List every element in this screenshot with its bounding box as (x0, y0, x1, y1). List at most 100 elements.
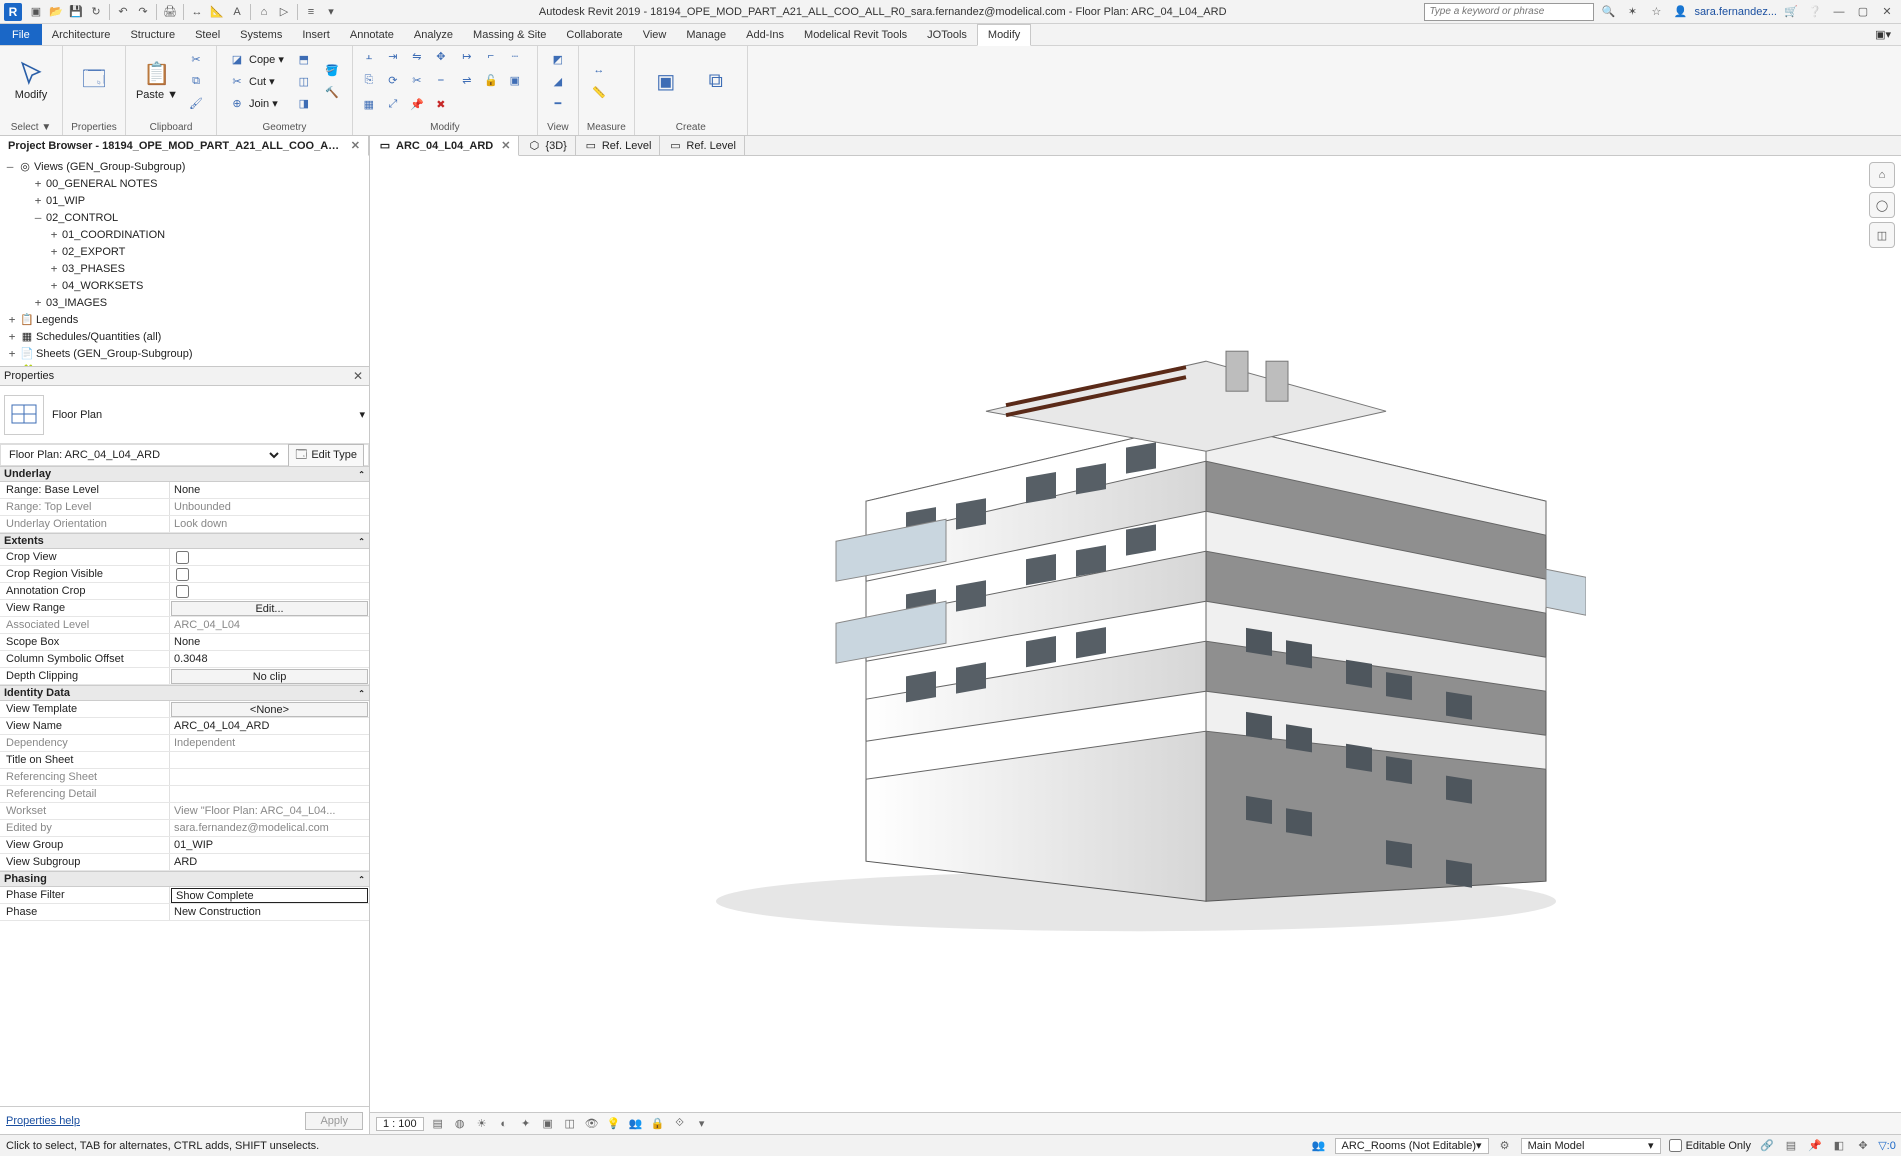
prop-value[interactable]: sara.fernandez@modelical.com (170, 820, 369, 836)
prop-value[interactable]: ARC_04_L04_ARD (170, 718, 369, 734)
tree-item[interactable]: +03_PHASES (4, 260, 365, 277)
override-icon[interactable]: ◢ (550, 73, 566, 89)
help-icon[interactable]: ❔ (1806, 3, 1824, 21)
move-icon[interactable]: ✥ (433, 48, 449, 64)
array-icon[interactable]: ▦ (361, 96, 377, 112)
align-icon[interactable]: ⫠ (361, 48, 377, 64)
design-option-combo[interactable]: Main Model▾ (1521, 1138, 1661, 1154)
wall-join-button[interactable]: ⬒ (292, 49, 316, 69)
reveal-hidden-icon[interactable]: 💡 (606, 1116, 622, 1132)
qat-align-icon[interactable]: 📐 (208, 3, 226, 21)
crop-visible-icon[interactable]: ◫ (562, 1116, 578, 1132)
expand-icon[interactable]: + (48, 262, 60, 275)
expand-icon[interactable]: – (32, 211, 44, 224)
qat-home-icon[interactable]: ▣ (27, 3, 45, 21)
expand-icon[interactable]: + (32, 177, 44, 190)
view-tab[interactable]: ▭Ref. Level (660, 136, 745, 155)
tab-analyze[interactable]: Analyze (404, 24, 463, 45)
tab-steel[interactable]: Steel (185, 24, 230, 45)
prop-value[interactable]: None (170, 482, 369, 498)
collapse-icon[interactable]: ⌃ (358, 537, 365, 546)
properties-button[interactable]: 🗔 (71, 48, 117, 114)
prop-row[interactable]: Scope BoxNone (0, 634, 369, 651)
prop-value[interactable]: ARD (170, 854, 369, 870)
tab-modify[interactable]: Modify (977, 24, 1031, 46)
filter-icon[interactable]: ▽:0 (1879, 1138, 1895, 1154)
comm-icon[interactable]: ✶ (1623, 3, 1641, 21)
nav-home-icon[interactable]: ⌂ (1869, 162, 1895, 188)
prop-row[interactable]: WorksetView "Floor Plan: ARC_04_L04... (0, 803, 369, 820)
checkbox[interactable] (176, 568, 189, 581)
mirror-axis-icon[interactable]: ⇋ (409, 48, 425, 64)
extend-icon[interactable]: ↦ (459, 48, 475, 64)
drag-elements-icon[interactable]: ✥ (1855, 1138, 1871, 1154)
view-tab[interactable]: ▭ARC_04_L04_ARD✕ (370, 136, 519, 156)
create-similar-button[interactable]: ⧉ (693, 48, 739, 114)
select-underlay-icon[interactable]: ▤ (1783, 1138, 1799, 1154)
tree-item[interactable]: +00_GENERAL NOTES (4, 175, 365, 192)
linework-icon[interactable]: ━ (550, 95, 566, 111)
expand-icon[interactable]: + (6, 347, 18, 360)
create-group-button[interactable]: ▣ (643, 48, 689, 114)
hide-icon[interactable]: ◩ (550, 51, 566, 67)
close-icon[interactable]: ✕ (351, 369, 365, 383)
analytical-icon[interactable]: ⟐ (672, 1116, 688, 1132)
user-icon[interactable]: 👤 (1671, 3, 1689, 21)
prop-row[interactable]: Range: Top LevelUnbounded (0, 499, 369, 516)
prop-row[interactable]: View Template<None> (0, 701, 369, 718)
instance-selector[interactable]: Floor Plan: ARC_04_L04_ARD (5, 448, 282, 462)
tab-view[interactable]: View (633, 24, 677, 45)
view-tab[interactable]: ▭Ref. Level (576, 136, 661, 155)
search-input[interactable] (1424, 3, 1594, 21)
properties-table[interactable]: Underlay⌃Range: Base LevelNoneRange: Top… (0, 466, 369, 1106)
project-browser-tab[interactable]: Project Browser - 18194_OPE_MOD_PART_A21… (0, 136, 369, 156)
expand-icon[interactable]: + (48, 245, 60, 258)
split-icon[interactable]: ⎯ (433, 72, 449, 88)
prop-row[interactable]: Edited bysara.fernandez@modelical.com (0, 820, 369, 837)
qat-sync-icon[interactable]: ↻ (87, 3, 105, 21)
select-face-icon[interactable]: ◧ (1831, 1138, 1847, 1154)
prop-row[interactable]: Phase FilterShow Complete (0, 887, 369, 904)
prop-value[interactable] (170, 566, 369, 582)
tab-manage[interactable]: Manage (676, 24, 736, 45)
tree-item[interactable]: +📄Sheets (GEN_Group-Subgroup) (4, 345, 365, 362)
shadows-icon[interactable]: ◐ (496, 1116, 512, 1132)
tree-item[interactable]: +▦Schedules/Quantities (all) (4, 328, 365, 345)
tree-item[interactable]: +03_IMAGES (4, 294, 365, 311)
properties-help-link[interactable]: Properties help (6, 1115, 80, 1127)
type-selector[interactable]: Floor Plan ▾ (0, 386, 369, 444)
checkbox[interactable] (176, 585, 189, 598)
paste-button[interactable]: 📋 Paste ▼ (134, 48, 180, 114)
qat-section-icon[interactable]: ▷ (275, 3, 293, 21)
prop-value[interactable]: View "Floor Plan: ARC_04_L04... (170, 803, 369, 819)
qat-print-icon[interactable]: 🖨 (161, 3, 179, 21)
viewport[interactable]: ⌂ ◯ ◫ (370, 156, 1901, 1112)
tab-structure[interactable]: Structure (120, 24, 185, 45)
prop-row[interactable]: Referencing Sheet (0, 769, 369, 786)
tree-item[interactable]: +02_EXPORT (4, 243, 365, 260)
prop-row[interactable]: Underlay OrientationLook down (0, 516, 369, 533)
tab-massing-site[interactable]: Massing & Site (463, 24, 556, 45)
scale-selector[interactable]: 1 : 100 (376, 1117, 424, 1131)
tab-annotate[interactable]: Annotate (340, 24, 404, 45)
copy-icon[interactable]: ⎘ (361, 72, 377, 88)
view-tab[interactable]: ⬡{3D} (519, 136, 575, 155)
pin-icon[interactable]: 📌 (409, 96, 425, 112)
prop-row[interactable]: Annotation Crop (0, 583, 369, 600)
select-pinned-icon[interactable]: 📌 (1807, 1138, 1823, 1154)
prop-value[interactable]: 0.3048 (170, 651, 369, 667)
project-browser-tree[interactable]: – ◎ Views (GEN_Group-Subgroup) +00_GENER… (0, 156, 369, 366)
prop-group-header[interactable]: Phasing⌃ (0, 871, 369, 887)
prop-value[interactable] (170, 583, 369, 599)
workset-icon[interactable]: 👥 (1311, 1138, 1327, 1154)
prop-row[interactable]: View SubgroupARD (0, 854, 369, 871)
qat-text-icon[interactable]: A (228, 3, 246, 21)
tree-item[interactable]: –02_CONTROL (4, 209, 365, 226)
prop-row[interactable]: View NameARC_04_L04_ARD (0, 718, 369, 735)
prop-row[interactable]: Referencing Detail (0, 786, 369, 803)
cope-button[interactable]: ◪Cope ▾ (225, 49, 288, 69)
file-tab[interactable]: File (0, 24, 42, 45)
tab-modelical-revit-tools[interactable]: Modelical Revit Tools (794, 24, 917, 45)
qat-measure-icon[interactable]: ↔ (188, 3, 206, 21)
nav-wheel-icon[interactable]: ◯ (1869, 192, 1895, 218)
